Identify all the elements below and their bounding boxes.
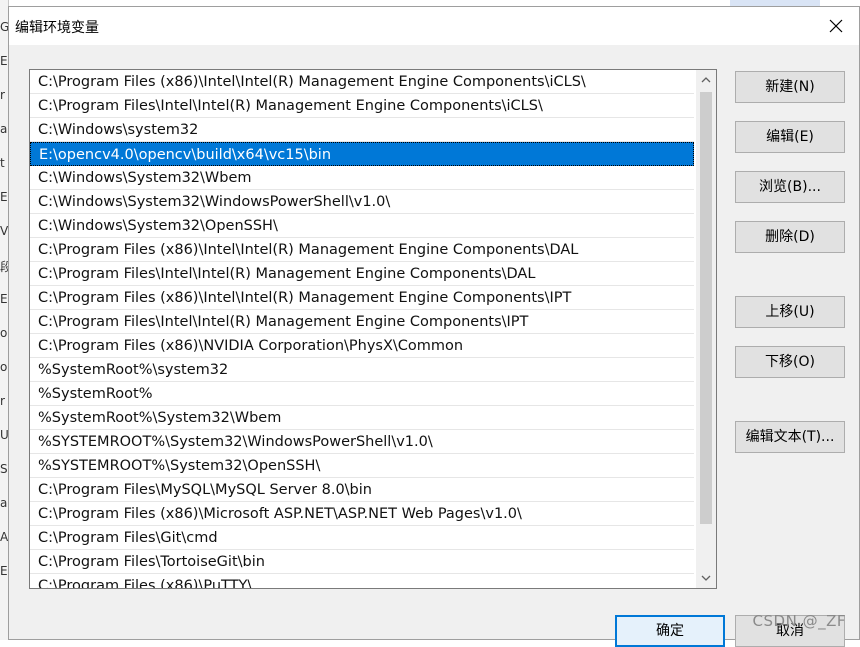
chevron-down-icon (701, 575, 711, 581)
path-list-item[interactable]: %SYSTEMROOT%\System32\WindowsPowerShell\… (30, 430, 694, 454)
move-down-button[interactable]: 下移(O) (735, 346, 845, 378)
background-text-fragment: G (0, 20, 8, 34)
background-text-fragment: U (0, 428, 8, 442)
path-list-item[interactable]: C:\Program Files (x86)\NVIDIA Corporatio… (30, 334, 694, 358)
edit-text-button[interactable]: 编辑文本(T)... (735, 421, 845, 453)
scroll-down-button[interactable] (696, 568, 716, 588)
background-text-fragment: 段 (0, 258, 8, 275)
path-list-item[interactable]: C:\Windows\System32\WindowsPowerShell\v1… (30, 190, 694, 214)
path-list-item[interactable]: C:\Program Files (x86)\Intel\Intel(R) Ma… (30, 238, 694, 262)
close-icon (829, 19, 843, 33)
watermark: CSDN @_ZF (752, 612, 846, 630)
chevron-up-icon (701, 77, 711, 83)
path-list-item[interactable]: C:\Program Files\Intel\Intel(R) Manageme… (30, 310, 694, 334)
path-list-item[interactable]: C:\Program Files\Intel\Intel(R) Manageme… (30, 262, 694, 286)
path-list-item[interactable]: C:\Program Files (x86)\Intel\Intel(R) Ma… (30, 286, 694, 310)
path-list-item[interactable]: C:\Program Files (x86)\Intel\Intel(R) Ma… (30, 70, 694, 94)
path-list-item[interactable]: %SystemRoot%\System32\Wbem (30, 406, 694, 430)
title-bar: 编辑环境变量 (9, 7, 859, 45)
scrollbar-thumb[interactable] (700, 92, 712, 524)
background-text-fragment: A (0, 530, 8, 544)
background-text-fragment: a (0, 496, 8, 510)
edit-button[interactable]: 编辑(E) (735, 121, 845, 153)
dialog-title: 编辑环境变量 (15, 20, 99, 36)
background-text-fragment: o (0, 326, 8, 340)
background-text-fragment: V (0, 224, 8, 238)
path-list-item[interactable]: C:\Program Files\Intel\Intel(R) Manageme… (30, 94, 694, 118)
path-list-item[interactable]: C:\Program Files\TortoiseGit\bin (30, 550, 694, 574)
background-text-fragment: E (0, 190, 8, 204)
background-text-fragment: r (0, 394, 5, 408)
new-button[interactable]: 新建(N) (735, 71, 845, 103)
background-text-fragment: E (0, 292, 8, 306)
close-button[interactable] (813, 7, 859, 45)
path-list-item[interactable]: %SYSTEMROOT%\System32\OpenSSH\ (30, 454, 694, 478)
background-text-fragment: r (0, 88, 5, 102)
background-text-fragment: t (0, 156, 5, 170)
background-text-fragment: a (0, 122, 8, 136)
vertical-scrollbar[interactable] (696, 70, 716, 588)
path-list-item[interactable]: C:\Windows\system32 (30, 118, 694, 142)
ok-button[interactable]: 确定 (615, 615, 725, 647)
background-text-fragment: S (0, 462, 8, 476)
path-list: C:\Program Files (x86)\Intel\Intel(R) Ma… (30, 70, 694, 588)
move-up-button[interactable]: 上移(U) (735, 296, 845, 328)
path-list-item[interactable]: C:\Windows\System32\Wbem (30, 166, 694, 190)
path-list-item-selected[interactable]: E:\opencv4.0\opencv\build\x64\vc15\bin (30, 142, 694, 166)
background-text-fragment: E (0, 54, 8, 68)
edit-env-variable-dialog: 编辑环境变量 C:\Program Files (x86)\Intel\Inte… (8, 6, 860, 647)
path-list-item[interactable]: C:\Program Files (x86)\PuTTY\ (30, 574, 694, 588)
browse-button[interactable]: 浏览(B)... (735, 171, 845, 203)
path-list-item[interactable]: C:\Program Files (x86)\Microsoft ASP.NET… (30, 502, 694, 526)
path-listbox[interactable]: C:\Program Files (x86)\Intel\Intel(R) Ma… (29, 69, 717, 589)
scroll-up-button[interactable] (696, 70, 716, 90)
background-text-fragment: o (0, 360, 8, 374)
background-text-fragment: E (0, 564, 8, 578)
path-list-item[interactable]: %SystemRoot%\system32 (30, 358, 694, 382)
path-list-item[interactable]: %SystemRoot% (30, 382, 694, 406)
path-list-item[interactable]: C:\Program Files\Git\cmd (30, 526, 694, 550)
delete-button[interactable]: 删除(D) (735, 221, 845, 253)
path-list-item[interactable]: C:\Windows\System32\OpenSSH\ (30, 214, 694, 238)
path-list-item[interactable]: C:\Program Files\MySQL\MySQL Server 8.0\… (30, 478, 694, 502)
